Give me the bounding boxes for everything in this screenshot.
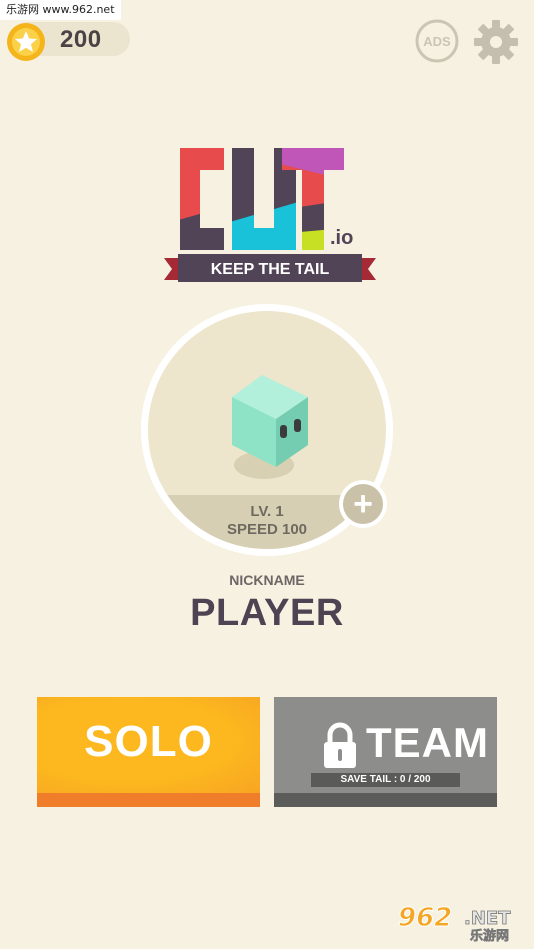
logo-tagline: KEEP THE TAIL [211, 261, 330, 278]
remove-ads-icon[interactable]: ADS [414, 18, 460, 64]
character-cube [232, 375, 308, 479]
team-label: TEAM [366, 719, 489, 766]
logo-suffix: .io [330, 227, 353, 249]
coin-icon [7, 23, 45, 61]
team-button-edge [274, 793, 497, 807]
nickname-label: NICKNAME [229, 572, 305, 588]
plus-icon: + [343, 484, 383, 524]
game-logo: .io KEEP THE TAIL [164, 148, 376, 282]
team-button[interactable]: TEAM SAVE TAIL : 0 / 200 [274, 697, 497, 811]
brand-number: 962 [398, 903, 452, 933]
brand-watermark-logo: 962 .NET 乐游网 [398, 903, 512, 943]
brand-chinese: 乐游网 [470, 928, 509, 942]
watermark-text: 乐游网 www.962.net [0, 0, 121, 20]
lock-icon [324, 722, 356, 768]
solo-label: SOLO [84, 717, 213, 766]
solo-button[interactable]: SOLO [37, 697, 260, 811]
solo-button-edge [37, 793, 260, 807]
settings-gear-icon[interactable] [472, 18, 520, 66]
nickname-value[interactable]: PLAYER [0, 592, 534, 635]
ads-label: ADS [423, 34, 451, 49]
brand-suffix: .NET [464, 908, 511, 929]
coin-count: 200 [60, 26, 102, 53]
save-tail-progress: SAVE TAIL : 0 / 200 [311, 773, 460, 787]
upgrade-plus-button[interactable]: + [339, 480, 387, 528]
